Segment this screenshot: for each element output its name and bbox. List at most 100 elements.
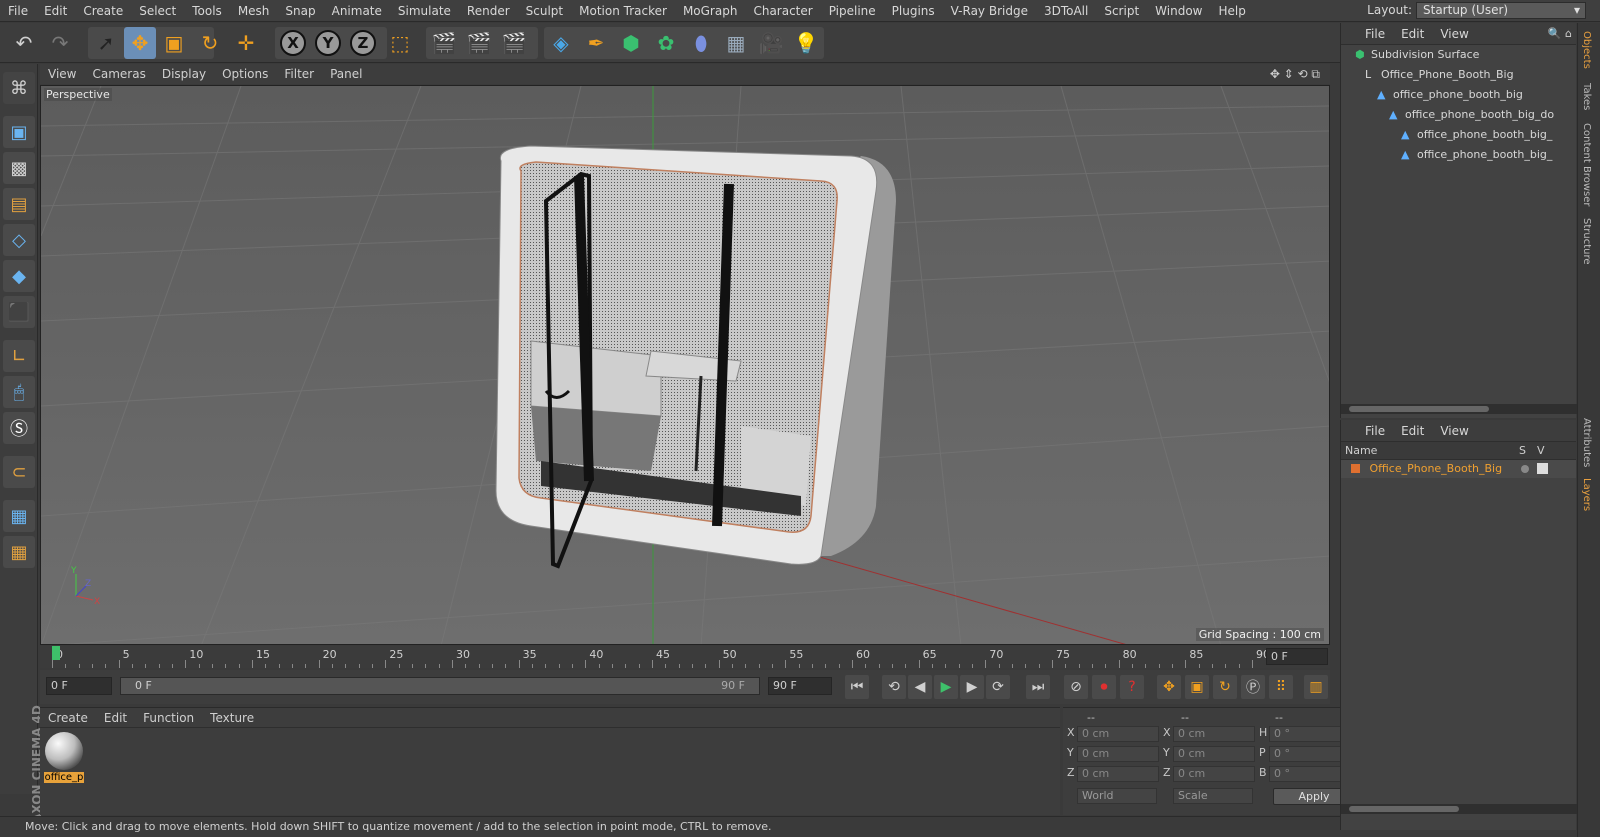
menu-motion-tracker[interactable]: Motion Tracker xyxy=(571,4,675,18)
model-mode-button[interactable]: ▣ xyxy=(3,116,35,148)
texture-mode-button[interactable]: ▩ xyxy=(3,152,35,184)
keyframe-selection-button[interactable]: ? xyxy=(1120,675,1144,699)
viewport-3d[interactable]: Y X Z Perspective Grid Spacing : 100 cm xyxy=(40,85,1330,645)
scroll-thumb[interactable] xyxy=(1349,406,1489,412)
layer-row[interactable]: Office_Phone_Booth_Big xyxy=(1341,460,1576,478)
size-y-field[interactable]: 0 cm xyxy=(1173,746,1255,762)
obj-menu-view[interactable]: View xyxy=(1432,27,1476,41)
x-axis-button[interactable]: X xyxy=(277,27,309,59)
menu-file[interactable]: File xyxy=(0,4,36,18)
end-frame-field[interactable]: 90 F xyxy=(768,677,832,695)
vp-menu-view[interactable]: View xyxy=(40,67,84,81)
timeline-window-button[interactable]: ▥ xyxy=(1304,675,1328,699)
key-pla-button[interactable]: ⠿ xyxy=(1269,675,1293,699)
tree-item[interactable]: ⬢ Subdivision Surface xyxy=(1341,45,1576,65)
mat-menu-create[interactable]: Create xyxy=(40,711,96,725)
key-parameter-button[interactable]: Ⓟ xyxy=(1241,675,1265,699)
vp-menu-panel[interactable]: Panel xyxy=(322,67,370,81)
obj-menu-edit[interactable]: Edit xyxy=(1393,27,1432,41)
vp-menu-filter[interactable]: Filter xyxy=(276,67,322,81)
cloner-button[interactable]: ✿ xyxy=(650,27,682,59)
make-editable-button[interactable]: ⌘ xyxy=(3,72,35,104)
menu-snap[interactable]: Snap xyxy=(277,4,323,18)
rotate-tool-button[interactable]: ↻ xyxy=(194,27,226,59)
position-y-field[interactable]: 0 cm xyxy=(1077,746,1159,762)
menu-animate[interactable]: Animate xyxy=(324,4,390,18)
frame-range-slider[interactable]: 0 F 90 F xyxy=(120,677,760,695)
camera-button[interactable]: 🎥 xyxy=(755,27,787,59)
scale-dropdown[interactable]: Scale xyxy=(1173,788,1253,804)
workplane-mode-button[interactable]: ▤ xyxy=(3,188,35,220)
key-scale-button[interactable]: ▣ xyxy=(1185,675,1209,699)
rotation-h-field[interactable]: 0 ° xyxy=(1269,726,1351,742)
live-selection-button[interactable]: ➚ xyxy=(90,27,122,59)
render-picture-viewer-button[interactable]: 🎬 xyxy=(463,27,495,59)
eye-icon[interactable] xyxy=(1537,463,1548,474)
position-z-field[interactable]: 0 cm xyxy=(1077,766,1159,782)
menu-edit[interactable]: Edit xyxy=(36,4,75,18)
tweak-mode-button[interactable]: 🖱 xyxy=(3,376,35,408)
menu-3dtoall[interactable]: 3DToAll xyxy=(1036,4,1096,18)
play-button[interactable]: ▶ xyxy=(934,675,958,699)
snap-button[interactable]: ⊂ xyxy=(3,456,35,488)
menu-window[interactable]: Window xyxy=(1147,4,1210,18)
tab-takes[interactable]: Takes xyxy=(1581,83,1592,110)
object-hscrollbar[interactable] xyxy=(1341,404,1577,414)
menu-select[interactable]: Select xyxy=(131,4,184,18)
layer-menu-file[interactable]: File xyxy=(1357,424,1393,438)
tree-item[interactable]: ▲ office_phone_booth_big_ xyxy=(1341,145,1576,165)
tree-item[interactable]: ▲ office_phone_booth_big_do xyxy=(1341,105,1576,125)
next-key-button[interactable]: ⟳ xyxy=(986,675,1010,699)
solo-dot-icon[interactable] xyxy=(1521,465,1529,473)
goto-end-button[interactable]: ⏭ xyxy=(1026,675,1050,699)
menu-plugins[interactable]: Plugins xyxy=(884,4,943,18)
playhead[interactable] xyxy=(52,646,60,660)
lock-workplane-button[interactable]: ▦ xyxy=(3,500,35,532)
next-frame-button[interactable]: ▶ xyxy=(960,675,984,699)
material-swatch[interactable]: office_p xyxy=(44,732,84,788)
points-mode-button[interactable]: ◇ xyxy=(3,224,35,256)
menu-tools[interactable]: Tools xyxy=(184,4,230,18)
tab-objects[interactable]: Objects xyxy=(1581,31,1592,69)
render-view-button[interactable]: 🎬 xyxy=(428,27,460,59)
scale-tool-button[interactable]: ▣ xyxy=(158,27,190,59)
tab-layers[interactable]: Layers xyxy=(1581,478,1592,511)
tree-item[interactable]: ▲ office_phone_booth_big xyxy=(1341,85,1576,105)
size-z-field[interactable]: 0 cm xyxy=(1173,766,1255,782)
object-search-icons[interactable]: 🔍 ⌂ xyxy=(1548,27,1572,40)
edges-mode-button[interactable]: ◆ xyxy=(3,260,35,292)
tab-attributes[interactable]: Attributes xyxy=(1581,418,1592,467)
layer-color-swatch[interactable] xyxy=(1351,464,1360,473)
menu-script[interactable]: Script xyxy=(1096,4,1147,18)
layer-hscrollbar[interactable] xyxy=(1341,804,1577,814)
rotation-p-field[interactable]: 0 ° xyxy=(1269,746,1351,762)
position-x-field[interactable]: 0 cm xyxy=(1077,726,1159,742)
deformer-button[interactable]: ⬮ xyxy=(685,27,717,59)
tree-item[interactable]: L Office_Phone_Booth_Big xyxy=(1341,65,1576,85)
polygons-mode-button[interactable]: ⬛ xyxy=(3,296,35,328)
world-dropdown[interactable]: World xyxy=(1077,788,1157,804)
layout-dropdown[interactable]: Startup (User) ▾ xyxy=(1416,2,1586,19)
goto-start-button[interactable]: ⏮ xyxy=(845,675,869,699)
start-frame-field[interactable]: 0 F xyxy=(46,677,112,695)
menu-help[interactable]: Help xyxy=(1210,4,1253,18)
solo-mode-button[interactable]: Ⓢ xyxy=(3,412,35,444)
obj-menu-file[interactable]: File xyxy=(1357,27,1393,41)
size-x-field[interactable]: 0 cm xyxy=(1173,726,1255,742)
menu-mesh[interactable]: Mesh xyxy=(230,4,278,18)
menu-vray-bridge[interactable]: V-Ray Bridge xyxy=(943,4,1036,18)
tab-content-browser[interactable]: Content Browser xyxy=(1581,123,1592,206)
tab-structure[interactable]: Structure xyxy=(1581,218,1592,265)
rotation-b-field[interactable]: 0 ° xyxy=(1269,766,1351,782)
redo-button[interactable]: ↷ xyxy=(44,27,76,59)
menu-simulate[interactable]: Simulate xyxy=(390,4,459,18)
light-button[interactable]: 💡 xyxy=(790,27,822,59)
spline-pen-button[interactable]: ✒ xyxy=(580,27,612,59)
vp-menu-cameras[interactable]: Cameras xyxy=(84,67,153,81)
record-keyframe-button[interactable]: ⊘ xyxy=(1064,675,1088,699)
viewport-nav-icons[interactable]: ✥ ⇕ ⟲ ⧉ xyxy=(1270,67,1320,82)
prev-key-button[interactable]: ⟲ xyxy=(882,675,906,699)
mat-menu-edit[interactable]: Edit xyxy=(96,711,135,725)
last-tool-button[interactable]: ✛ xyxy=(230,27,262,59)
floor-button[interactable]: ▦ xyxy=(720,27,752,59)
